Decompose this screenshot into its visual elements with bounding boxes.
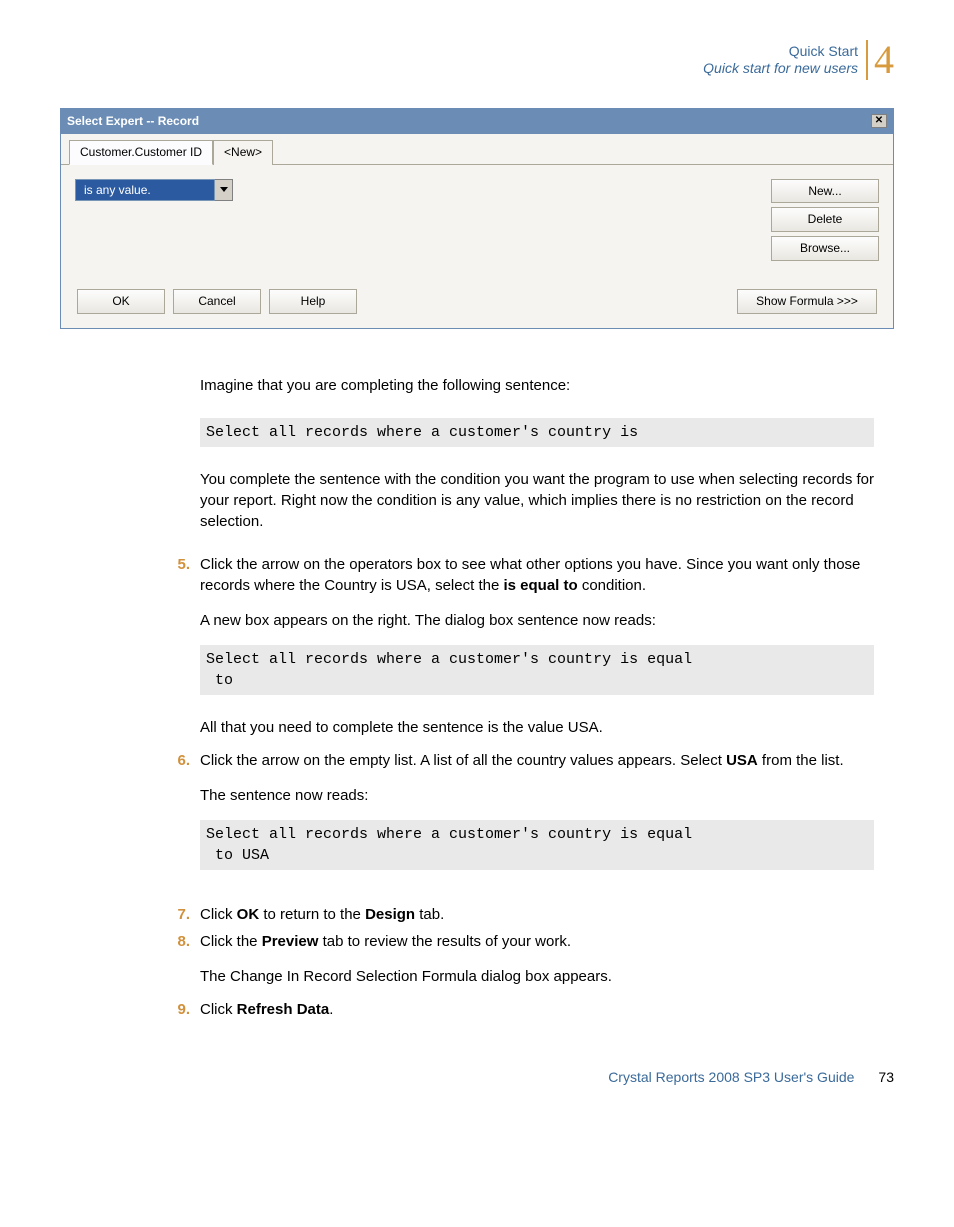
- step-6-text: Click the arrow on the empty list. A lis…: [200, 750, 874, 771]
- step-9-text: Click Refresh Data.: [200, 999, 874, 1020]
- step-6-result: The sentence now reads:: [200, 785, 874, 806]
- dialog-titlebar: Select Expert -- Record ✕: [61, 109, 893, 134]
- header-subtitle: Quick start for new users: [703, 60, 858, 77]
- step-number: 8.: [172, 931, 190, 987]
- condition-area: is any value.: [75, 179, 753, 202]
- delete-button[interactable]: Delete: [771, 207, 879, 232]
- step-7: 7. Click OK to return to the Design tab.: [172, 904, 874, 925]
- chevron-down-icon[interactable]: [215, 179, 233, 202]
- ok-button[interactable]: OK: [77, 289, 165, 314]
- tab-new[interactable]: <New>: [213, 140, 273, 165]
- footer-doc-title: Crystal Reports 2008 SP3 User's Guide: [608, 1068, 854, 1088]
- condition-combo[interactable]: is any value.: [75, 179, 233, 202]
- header-text: Quick Start Quick start for new users: [703, 43, 858, 77]
- dialog-body: is any value. New... Delete Browse...: [61, 164, 893, 277]
- dialog-side-buttons: New... Delete Browse...: [771, 179, 879, 261]
- page-footer: Crystal Reports 2008 SP3 User's Guide 73: [60, 1068, 894, 1088]
- intro-paragraph: Imagine that you are completing the foll…: [200, 375, 874, 396]
- dialog-title: Select Expert -- Record: [67, 113, 199, 130]
- step-5-result: A new box appears on the right. The dial…: [200, 610, 874, 631]
- show-formula-button[interactable]: Show Formula >>>: [737, 289, 877, 314]
- close-icon[interactable]: ✕: [871, 114, 887, 128]
- step-number: 6.: [172, 750, 190, 892]
- step-7-text: Click OK to return to the Design tab.: [200, 904, 874, 925]
- code-block-1: Select all records where a customer's co…: [200, 418, 874, 447]
- step-number: 5.: [172, 554, 190, 738]
- step-number: 9.: [172, 999, 190, 1020]
- dialog-tabs: Customer.Customer ID <New>: [61, 140, 893, 165]
- page-header: Quick Start Quick start for new users 4: [60, 40, 894, 80]
- chapter-number: 4: [866, 40, 894, 80]
- tab-customer-id[interactable]: Customer.Customer ID: [69, 140, 213, 165]
- step-5-text: Click the arrow on the operators box to …: [200, 554, 874, 596]
- code-block-2: Select all records where a customer's co…: [200, 645, 874, 695]
- step-5-note: All that you need to complete the senten…: [200, 717, 874, 738]
- page-content: Imagine that you are completing the foll…: [60, 375, 894, 1020]
- step-number: 7.: [172, 904, 190, 925]
- step-9: 9. Click Refresh Data.: [172, 999, 874, 1020]
- code-block-3: Select all records where a customer's co…: [200, 820, 874, 870]
- footer-page-number: 73: [878, 1068, 894, 1088]
- dialog-footer: OK Cancel Help Show Formula >>>: [61, 277, 893, 328]
- condition-value: is any value.: [75, 179, 215, 202]
- select-expert-dialog: Select Expert -- Record ✕ Customer.Custo…: [60, 108, 894, 329]
- step-6: 6. Click the arrow on the empty list. A …: [172, 750, 874, 892]
- step-5: 5. Click the arrow on the operators box …: [172, 554, 874, 738]
- step-8: 8. Click the Preview tab to review the r…: [172, 931, 874, 987]
- cancel-button[interactable]: Cancel: [173, 289, 261, 314]
- help-button[interactable]: Help: [269, 289, 357, 314]
- new-button[interactable]: New...: [771, 179, 879, 204]
- step-8-text: Click the Preview tab to review the resu…: [200, 931, 874, 952]
- header-breadcrumb: Quick Start: [703, 43, 858, 60]
- complete-paragraph: You complete the sentence with the condi…: [200, 469, 874, 532]
- browse-button[interactable]: Browse...: [771, 236, 879, 261]
- step-8-result: The Change In Record Selection Formula d…: [200, 966, 874, 987]
